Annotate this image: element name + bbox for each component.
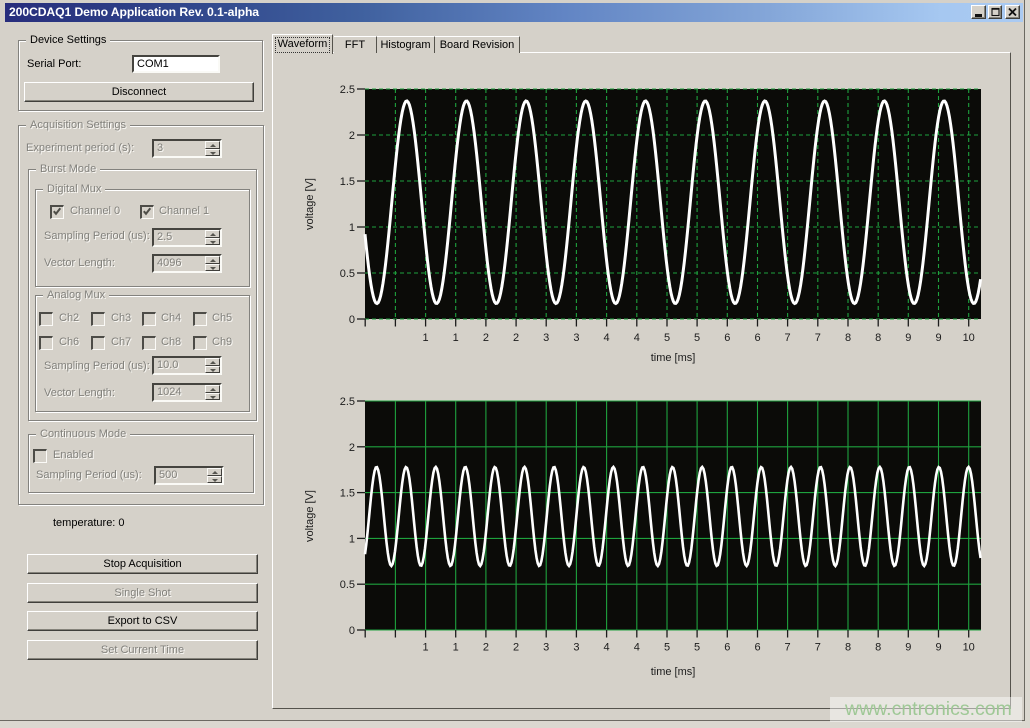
svg-text:5: 5 [694,332,700,344]
svg-text:2: 2 [513,332,519,344]
svg-text:7: 7 [815,642,821,654]
svg-text:3: 3 [573,332,579,344]
svg-text:7: 7 [785,642,791,654]
svg-text:3: 3 [543,332,549,344]
svg-text:8: 8 [875,642,881,654]
svg-text:0.5: 0.5 [340,268,355,280]
svg-text:6: 6 [724,642,730,654]
svg-text:1: 1 [349,222,355,234]
svg-text:2: 2 [483,642,489,654]
svg-text:8: 8 [845,642,851,654]
svg-text:2: 2 [349,130,355,142]
svg-text:time [ms]: time [ms] [651,352,696,364]
svg-text:4: 4 [634,642,640,654]
svg-text:1: 1 [423,642,429,654]
svg-text:0: 0 [349,314,355,326]
svg-text:0: 0 [349,625,355,637]
svg-text:5: 5 [664,642,670,654]
svg-text:2.5: 2.5 [340,84,355,96]
svg-text:10: 10 [963,642,975,654]
svg-text:9: 9 [905,642,911,654]
svg-text:10: 10 [963,332,975,344]
svg-text:4: 4 [604,332,610,344]
svg-text:5: 5 [694,642,700,654]
svg-text:3: 3 [573,642,579,654]
svg-text:6: 6 [724,332,730,344]
svg-text:5: 5 [664,332,670,344]
svg-text:2: 2 [349,442,355,454]
svg-text:6: 6 [754,642,760,654]
svg-text:9: 9 [935,332,941,344]
svg-text:1.5: 1.5 [340,488,355,500]
svg-text:1: 1 [423,332,429,344]
svg-text:3: 3 [543,642,549,654]
svg-text:4: 4 [604,642,610,654]
svg-text:1.5: 1.5 [340,176,355,188]
svg-text:time [ms]: time [ms] [651,666,696,678]
svg-text:7: 7 [815,332,821,344]
svg-text:8: 8 [845,332,851,344]
svg-text:2: 2 [483,332,489,344]
svg-text:voltage [V]: voltage [V] [304,490,316,542]
svg-text:voltage [V]: voltage [V] [304,178,316,230]
svg-text:1: 1 [453,332,459,344]
svg-text:0.5: 0.5 [340,579,355,591]
svg-text:1: 1 [453,642,459,654]
svg-text:1: 1 [349,533,355,545]
svg-text:7: 7 [785,332,791,344]
svg-text:8: 8 [875,332,881,344]
svg-text:9: 9 [905,332,911,344]
svg-text:9: 9 [935,642,941,654]
svg-text:2.5: 2.5 [340,396,355,408]
svg-text:4: 4 [634,332,640,344]
svg-text:6: 6 [754,332,760,344]
svg-text:2: 2 [513,642,519,654]
